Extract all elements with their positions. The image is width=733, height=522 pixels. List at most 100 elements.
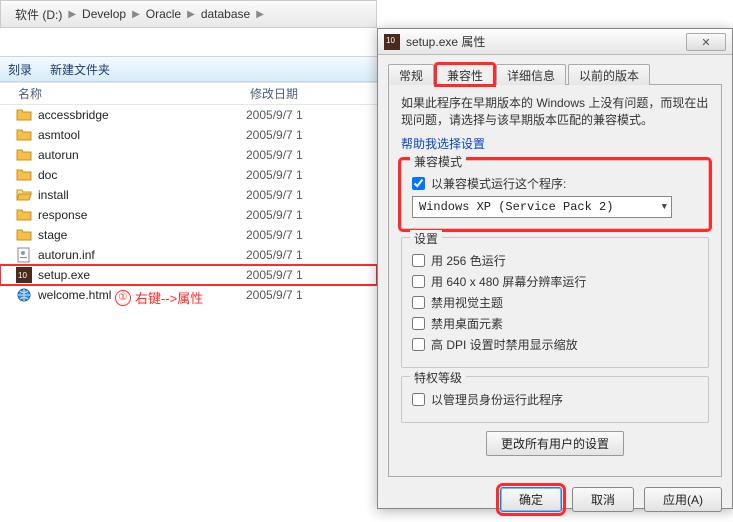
compat-checkbox-row[interactable]: 以兼容模式运行这个程序: bbox=[412, 175, 698, 192]
settings-checkbox-label: 用 640 x 480 屏幕分辨率运行 bbox=[431, 273, 586, 290]
admin-checkbox-row[interactable]: 以管理员身份运行此程序 bbox=[412, 391, 698, 408]
file-row[interactable]: response2005/9/7 1 bbox=[0, 205, 377, 225]
file-date: 2005/9/7 1 bbox=[246, 268, 303, 282]
chevron-down-icon: ▼ bbox=[662, 202, 667, 212]
file-row[interactable]: install2005/9/7 1 bbox=[0, 185, 377, 205]
ok-button[interactable]: 确定 bbox=[500, 487, 562, 512]
file-name: setup.exe bbox=[38, 268, 246, 282]
file-date: 2005/9/7 1 bbox=[246, 228, 303, 242]
bc-part[interactable]: database bbox=[201, 7, 250, 21]
tabs: 常规 兼容性 详细信息 以前的版本 bbox=[388, 63, 722, 85]
help-link[interactable]: 帮助我选择设置 bbox=[401, 137, 485, 151]
settings-group: 设置 用 256 色运行用 640 x 480 屏幕分辨率运行禁用视觉主题禁用桌… bbox=[401, 237, 709, 368]
file-date: 2005/9/7 1 bbox=[246, 128, 303, 142]
change-all-users-button[interactable]: 更改所有用户的设置 bbox=[486, 431, 624, 456]
folder-icon bbox=[16, 127, 32, 143]
html-icon bbox=[16, 287, 32, 303]
file-date: 2005/9/7 1 bbox=[246, 148, 303, 162]
settings-checkbox-label: 高 DPI 设置时禁用显示缩放 bbox=[431, 336, 578, 353]
file-row[interactable]: stage2005/9/7 1 bbox=[0, 225, 377, 245]
new-folder-button[interactable]: 新建文件夹 bbox=[50, 61, 110, 78]
file-name: doc bbox=[38, 168, 246, 182]
bc-part[interactable]: Develop bbox=[82, 7, 126, 21]
settings-checkbox-row[interactable]: 高 DPI 设置时禁用显示缩放 bbox=[412, 336, 698, 353]
file-name: stage bbox=[38, 228, 246, 242]
column-headers[interactable]: 名称 修改日期 bbox=[0, 83, 377, 105]
file-date: 2005/9/7 1 bbox=[246, 168, 303, 182]
file-row[interactable]: 10 setup.exe2005/9/7 1 bbox=[0, 265, 377, 285]
file-date: 2005/9/7 1 bbox=[246, 288, 303, 302]
settings-checkbox-label: 禁用桌面元素 bbox=[431, 315, 503, 332]
folder-icon bbox=[16, 147, 32, 163]
tab-general[interactable]: 常规 bbox=[388, 64, 434, 85]
dialog-title: setup.exe 属性 bbox=[406, 33, 485, 50]
file-date: 2005/9/7 1 bbox=[246, 248, 303, 262]
tab-details[interactable]: 详细信息 bbox=[496, 64, 566, 85]
cancel-button[interactable]: 取消 bbox=[572, 487, 634, 512]
file-date: 2005/9/7 1 bbox=[246, 108, 303, 122]
file-row[interactable]: autorun.inf2005/9/7 1 bbox=[0, 245, 377, 265]
bc-part[interactable]: 软件 (D:) bbox=[15, 6, 62, 23]
admin-checkbox[interactable] bbox=[412, 393, 425, 406]
app-icon bbox=[384, 34, 400, 50]
group-legend: 设置 bbox=[410, 230, 442, 247]
compat-checkbox[interactable] bbox=[412, 177, 425, 190]
chevron-right-icon: ▶ bbox=[132, 9, 140, 20]
column-date[interactable]: 修改日期 bbox=[250, 85, 377, 102]
svg-text:10: 10 bbox=[18, 271, 27, 280]
group-legend: 特权等级 bbox=[410, 369, 466, 386]
tab-content: 如果此程序在早期版本的 Windows 上没有问题，而现在出现问题，请选择与该早… bbox=[388, 85, 722, 477]
annotation-number-1: ① bbox=[115, 290, 131, 306]
privilege-group: 特权等级 以管理员身份运行此程序 bbox=[401, 376, 709, 423]
settings-checkbox-row[interactable]: 用 640 x 480 屏幕分辨率运行 bbox=[412, 273, 698, 290]
folder-icon bbox=[16, 167, 32, 183]
file-name: autorun.inf bbox=[38, 248, 246, 262]
settings-checkbox[interactable] bbox=[412, 254, 425, 267]
breadcrumb[interactable]: 软件 (D:)▶ Develop▶ Oracle▶ database▶ bbox=[0, 0, 377, 28]
bc-part[interactable]: Oracle bbox=[146, 7, 181, 21]
file-name: autorun bbox=[38, 148, 246, 162]
apply-button[interactable]: 应用(A) bbox=[644, 487, 722, 512]
settings-checkbox-row[interactable]: 用 256 色运行 bbox=[412, 252, 698, 269]
file-row[interactable]: doc2005/9/7 1 bbox=[0, 165, 377, 185]
compat-checkbox-label: 以兼容模式运行这个程序: bbox=[431, 175, 566, 192]
file-date: 2005/9/7 1 bbox=[246, 188, 303, 202]
column-name[interactable]: 名称 bbox=[0, 85, 250, 102]
chevron-right-icon: ▶ bbox=[187, 9, 195, 20]
file-row[interactable]: asmtool2005/9/7 1 bbox=[0, 125, 377, 145]
file-row[interactable]: accessbridge2005/9/7 1 bbox=[0, 105, 377, 125]
group-legend: 兼容模式 bbox=[410, 153, 466, 170]
settings-checkbox[interactable] bbox=[412, 338, 425, 351]
admin-checkbox-label: 以管理员身份运行此程序 bbox=[431, 391, 563, 408]
file-name: response bbox=[38, 208, 246, 222]
compat-os-combo[interactable]: Windows XP (Service Pack 2) ▼ bbox=[412, 196, 672, 218]
titlebar[interactable]: setup.exe 属性 ✕ bbox=[378, 29, 732, 55]
annotation-text-1: 右键-->属性 bbox=[135, 288, 203, 307]
burn-button[interactable]: 刻录 bbox=[8, 61, 32, 78]
intro-text: 如果此程序在早期版本的 Windows 上没有问题，而现在出现问题，请选择与该早… bbox=[401, 95, 709, 129]
chevron-right-icon: ▶ bbox=[68, 9, 76, 20]
explorer-toolbar: 刻录 新建文件夹 bbox=[0, 56, 377, 82]
tab-previous-versions[interactable]: 以前的版本 bbox=[568, 64, 650, 85]
file-date: 2005/9/7 1 bbox=[246, 208, 303, 222]
compat-os-value: Windows XP (Service Pack 2) bbox=[419, 200, 613, 214]
file-list: 名称 修改日期 accessbridge2005/9/7 1asmtool200… bbox=[0, 82, 377, 305]
file-name: asmtool bbox=[38, 128, 246, 142]
properties-dialog: setup.exe 属性 ✕ 常规 兼容性 详细信息 以前的版本 如果此程序在早… bbox=[377, 28, 733, 509]
settings-checkbox-label: 禁用视觉主题 bbox=[431, 294, 503, 311]
close-button[interactable]: ✕ bbox=[686, 33, 726, 51]
settings-checkbox[interactable] bbox=[412, 275, 425, 288]
inf-icon bbox=[16, 247, 32, 263]
settings-checkbox-row[interactable]: 禁用桌面元素 bbox=[412, 315, 698, 332]
folder-icon bbox=[16, 187, 32, 203]
settings-checkbox-row[interactable]: 禁用视觉主题 bbox=[412, 294, 698, 311]
folder-icon bbox=[16, 107, 32, 123]
compat-mode-group: 兼容模式 以兼容模式运行这个程序: Windows XP (Service Pa… bbox=[401, 160, 709, 229]
settings-checkbox[interactable] bbox=[412, 296, 425, 309]
settings-checkbox[interactable] bbox=[412, 317, 425, 330]
tab-compatibility[interactable]: 兼容性 bbox=[436, 64, 494, 85]
file-name: install bbox=[38, 188, 246, 202]
file-name: accessbridge bbox=[38, 108, 246, 122]
exe-icon: 10 bbox=[16, 267, 32, 283]
file-row[interactable]: autorun2005/9/7 1 bbox=[0, 145, 377, 165]
